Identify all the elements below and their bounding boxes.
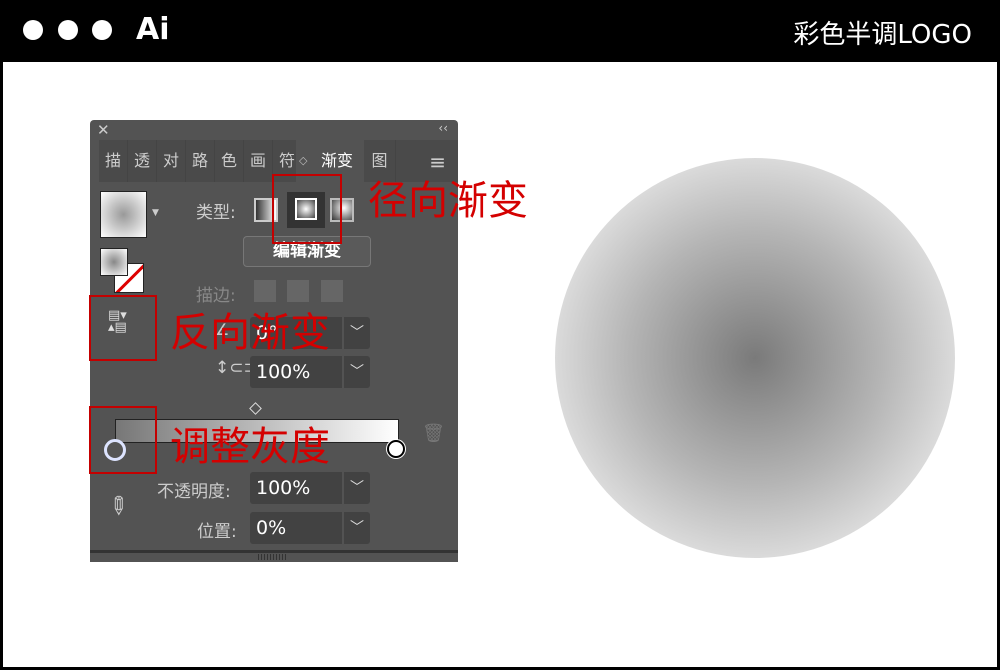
double-chevron-left-icon[interactable]: ‹‹ — [438, 121, 448, 135]
eyedropper-icon[interactable]: ✎ — [101, 489, 135, 523]
annotation-box-radial — [272, 174, 342, 244]
window-close-button[interactable] — [23, 20, 43, 40]
aspect-ratio-dropdown[interactable]: ﹀ — [342, 356, 370, 388]
opacity-dropdown[interactable]: ﹀ — [342, 472, 370, 504]
app-logo: Ai — [136, 12, 170, 47]
location-label: 位置: — [197, 522, 237, 542]
caret-down-icon[interactable]: ▼ — [152, 208, 159, 218]
divider — [90, 550, 458, 553]
resize-grip[interactable] — [258, 554, 288, 560]
tab-brushes[interactable]: 画 — [244, 140, 273, 182]
tab-stroke[interactable]: 描 — [99, 140, 128, 182]
tab-align[interactable]: 对 — [157, 140, 186, 182]
window-minimize-button[interactable] — [58, 20, 78, 40]
tab-color[interactable]: 色 — [215, 140, 244, 182]
aspect-ratio-input[interactable]: 100% — [250, 356, 346, 388]
window-zoom-button[interactable] — [92, 20, 112, 40]
opacity-input[interactable]: 100% — [250, 472, 346, 504]
gradient-stop-right[interactable] — [387, 440, 405, 458]
annotation-reverse: 反向渐变 — [170, 310, 330, 356]
angle-dropdown[interactable]: ﹀ — [342, 317, 370, 349]
stroke-within-button[interactable] — [254, 280, 276, 302]
annotation-box-gray — [89, 406, 157, 474]
annotation-box-reverse — [89, 295, 157, 361]
tab-transparency[interactable]: 透 — [128, 140, 157, 182]
stroke-across-button[interactable] — [321, 280, 343, 302]
midpoint-diamond[interactable] — [249, 402, 262, 415]
fill-swatch[interactable] — [100, 248, 128, 276]
annotation-radial: 径向渐变 — [368, 178, 528, 224]
location-dropdown[interactable]: ﹀ — [342, 512, 370, 544]
close-icon[interactable]: ✕ — [97, 121, 110, 139]
window-title: 彩色半调LOGO — [793, 20, 972, 50]
tab-pathfinder[interactable]: 路 — [186, 140, 215, 182]
location-input[interactable]: 0% — [250, 512, 346, 544]
title-bar: Ai 彩色半调LOGO — [0, 0, 1000, 62]
stroke-along-button[interactable] — [287, 280, 309, 302]
type-label: 类型: — [196, 203, 236, 223]
gradient-preview-swatch[interactable] — [100, 191, 147, 238]
tab-gradient-label: 渐变 — [320, 151, 353, 170]
radial-gradient-circle[interactable] — [555, 158, 955, 558]
trash-icon[interactable]: 🗑 — [422, 423, 445, 444]
opacity-label: 不透明度: — [157, 482, 231, 502]
annotation-gray: 调整灰度 — [170, 424, 330, 470]
